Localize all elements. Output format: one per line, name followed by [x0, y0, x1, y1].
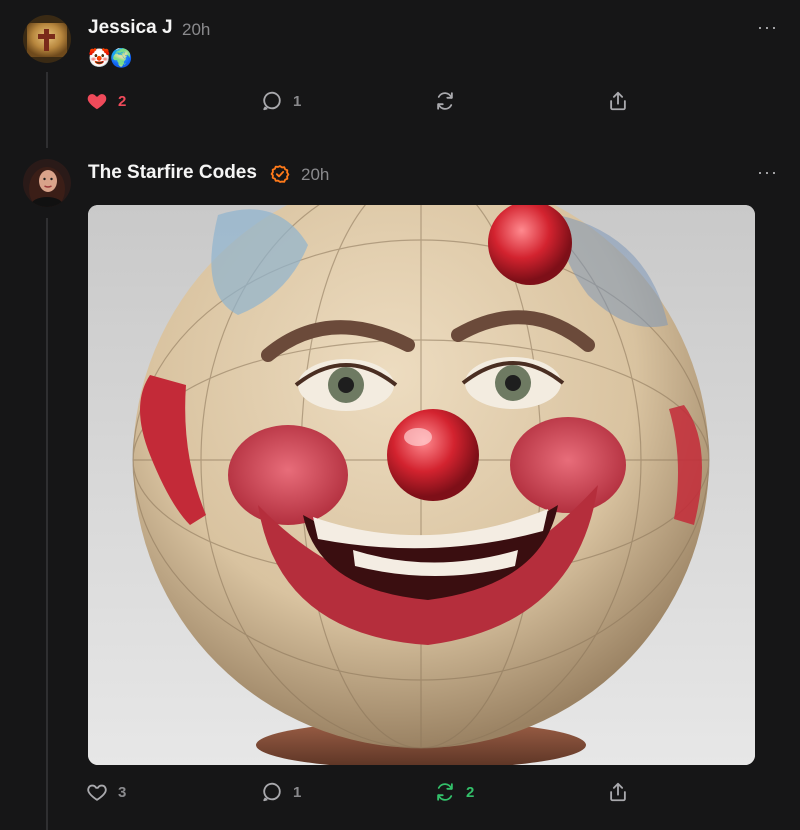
- post-time: 20h: [301, 165, 330, 184]
- repost-button[interactable]: 2: [434, 780, 474, 804]
- share-icon: [610, 91, 626, 111]
- heart-outline-icon: [87, 784, 107, 801]
- heart-filled-icon: [87, 94, 107, 110]
- comment-count: 1: [293, 92, 302, 110]
- post-time: 20h: [182, 20, 211, 39]
- more-options-icon[interactable]: ···: [757, 17, 778, 38]
- comment-button[interactable]: 1: [261, 89, 301, 113]
- post-actions: 3 1 2: [86, 780, 646, 804]
- like-count: 3: [118, 783, 127, 801]
- like-button[interactable]: 2: [86, 89, 126, 113]
- comment-count: 1: [293, 783, 302, 801]
- comment-icon: [263, 782, 281, 802]
- comment-button[interactable]: 1: [261, 780, 301, 804]
- post-text: 🤡🌍: [88, 48, 133, 68]
- repost-icon: [437, 783, 453, 801]
- share-button[interactable]: [607, 89, 629, 113]
- username[interactable]: Jessica J: [88, 17, 173, 39]
- repost-count: 2: [466, 783, 475, 801]
- post-actions: 2 1: [86, 89, 646, 113]
- comment-icon: [263, 91, 281, 111]
- like-button[interactable]: 3: [86, 780, 126, 804]
- username[interactable]: The Starfire Codes: [88, 162, 257, 184]
- like-count: 2: [118, 92, 127, 110]
- more-options-icon[interactable]: ···: [757, 162, 778, 183]
- share-icon: [610, 782, 626, 802]
- clown-globe-image: [88, 205, 755, 765]
- repost-button[interactable]: [434, 89, 456, 113]
- post: The Starfire Codes 20h ··· 3 1 2: [0, 145, 800, 830]
- avatar[interactable]: [23, 15, 71, 63]
- post: Jessica J 20h ··· 🤡🌍 2 1: [0, 0, 800, 140]
- verified-badge-icon: [270, 165, 290, 183]
- share-button[interactable]: [607, 780, 629, 804]
- avatar[interactable]: [23, 159, 71, 207]
- post-image[interactable]: [88, 205, 755, 765]
- repost-icon: [437, 92, 453, 110]
